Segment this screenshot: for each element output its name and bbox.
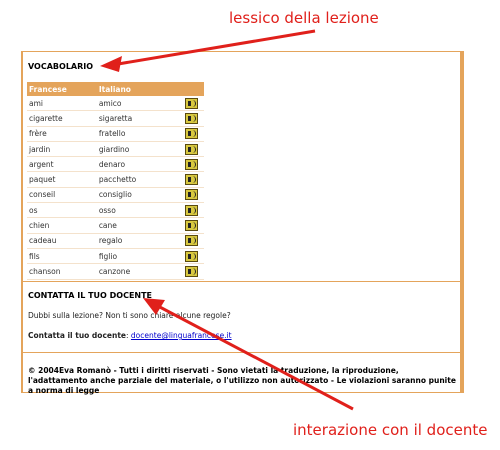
french-word: conseil <box>27 187 97 204</box>
lesson-panel: VOCABOLARIO Francese Italiano ami amico ci… <box>21 51 464 395</box>
audio-cell <box>183 171 204 188</box>
vocabulary-row: chanson canzone <box>27 263 204 280</box>
french-word: paquet <box>27 171 97 188</box>
vocabulary-body: ami amico cigarette sigaretta frère fratello j… <box>27 96 204 280</box>
speaker-icon[interactable] <box>185 174 199 186</box>
vocabulary-row: cigarette sigaretta <box>27 110 204 127</box>
audio-cell <box>183 233 204 249</box>
header-italian: Italiano <box>96 82 184 96</box>
contact-label: Contatta il tuo docente <box>28 331 126 340</box>
copyright-notice: © 2004Eva Romanò - Tutti i diritti riser… <box>28 366 456 395</box>
french-word: ami <box>27 96 97 112</box>
french-word: cadeau <box>27 233 97 249</box>
vocabulary-row: jardin giardino <box>27 141 204 158</box>
french-word: os <box>27 202 97 219</box>
speaker-icon[interactable] <box>185 220 199 232</box>
italian-word: figlio <box>96 248 184 265</box>
vocabulary-row: fils figlio <box>27 248 204 265</box>
annotation-contact: interazione con il docente <box>293 421 488 439</box>
audio-cell <box>183 126 204 142</box>
speaker-icon[interactable] <box>185 265 199 277</box>
vocabulary-row: argent denaro <box>27 156 204 173</box>
italian-word: sigaretta <box>96 110 184 127</box>
italian-word: amico <box>96 96 184 112</box>
french-word: chanson <box>27 263 97 280</box>
speaker-icon[interactable] <box>185 158 199 170</box>
contact-row: Contatta il tuo docente: docente@linguaf… <box>28 331 232 340</box>
speaker-icon[interactable] <box>185 235 199 247</box>
vocabulary-table: Francese Italiano ami amico cigarette sigar… <box>27 82 204 280</box>
french-word: jardin <box>27 141 97 158</box>
vocabulary-row: paquet pacchetto <box>27 171 204 188</box>
french-word: chien <box>27 217 97 234</box>
speaker-icon[interactable] <box>185 189 199 201</box>
section-divider <box>23 352 460 353</box>
audio-cell <box>183 187 204 204</box>
italian-word: cane <box>96 217 184 234</box>
audio-cell <box>183 202 204 219</box>
header-french: Francese <box>27 82 97 96</box>
audio-cell <box>183 110 204 127</box>
vocabulary-title: VOCABOLARIO <box>28 62 94 71</box>
speaker-icon[interactable] <box>185 128 199 140</box>
italian-word: pacchetto <box>96 171 184 188</box>
french-word: cigarette <box>27 110 97 127</box>
audio-cell <box>183 96 204 112</box>
contact-question: Dubbi sulla lezione? Non ti sono chiare … <box>28 311 231 320</box>
annotation-vocabulary: lessico della lezione <box>229 9 379 27</box>
vocabulary-row: os osso <box>27 202 204 219</box>
contact-title: CONTATTA IL TUO DOCENTE <box>28 291 153 300</box>
french-word: argent <box>27 156 97 173</box>
italian-word: consiglio <box>96 187 184 204</box>
audio-cell <box>183 263 204 280</box>
audio-cell <box>183 217 204 234</box>
speaker-icon[interactable] <box>185 250 199 262</box>
vocabulary-row: conseil consiglio <box>27 187 204 204</box>
audio-cell <box>183 156 204 173</box>
vocabulary-row: chien cane <box>27 217 204 234</box>
french-word: frère <box>27 126 97 142</box>
speaker-icon[interactable] <box>185 112 199 124</box>
audio-cell <box>183 141 204 158</box>
italian-word: regalo <box>96 233 184 249</box>
vocabulary-row: cadeau regalo <box>27 233 204 249</box>
italian-word: giardino <box>96 141 184 158</box>
speaker-icon[interactable] <box>185 97 199 109</box>
italian-word: osso <box>96 202 184 219</box>
speaker-icon[interactable] <box>185 143 199 155</box>
section-divider <box>23 281 460 282</box>
italian-word: denaro <box>96 156 184 173</box>
audio-cell <box>183 248 204 265</box>
speaker-icon[interactable] <box>185 204 199 216</box>
vocabulary-row: frère fratello <box>27 126 204 142</box>
french-word: fils <box>27 248 97 265</box>
italian-word: fratello <box>96 126 184 142</box>
vocabulary-row: ami amico <box>27 96 204 112</box>
contact-email-link[interactable]: docente@linguafrancese.it <box>131 331 232 340</box>
header-audio <box>183 82 204 96</box>
vocabulary-header-row: Francese Italiano <box>27 82 204 96</box>
italian-word: canzone <box>96 263 184 280</box>
